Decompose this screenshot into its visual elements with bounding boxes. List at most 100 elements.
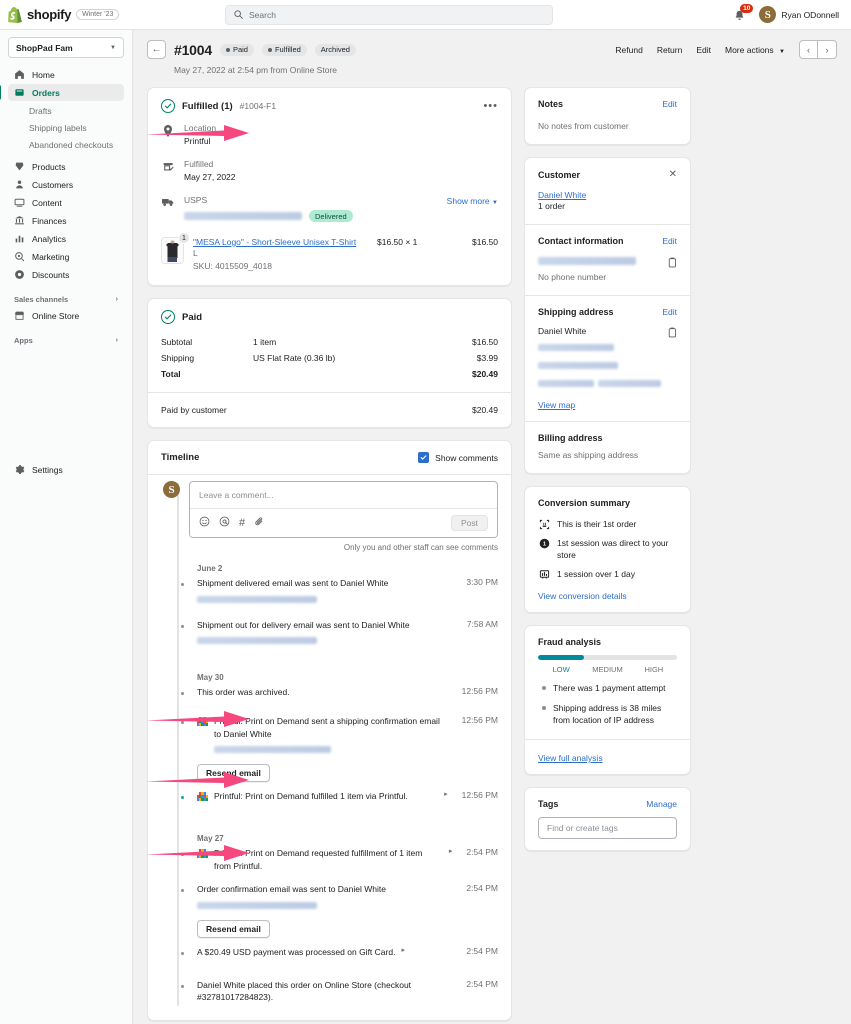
view-full-analysis-link[interactable]: View full analysis xyxy=(538,753,603,763)
edit-button[interactable]: Edit xyxy=(696,45,711,55)
edit-contact-button[interactable]: Edit xyxy=(662,236,677,246)
tags-input[interactable]: Find or create tags xyxy=(538,817,677,839)
chevron-down-icon: ▼ xyxy=(492,200,498,206)
expand-caret-icon[interactable]: ▸ xyxy=(444,790,448,798)
top-bar: shopify Winter '23 Search 10 S Ryan ODon… xyxy=(0,0,851,30)
sidebar-item-content[interactable]: Content xyxy=(8,194,124,211)
sidebar-item-home[interactable]: Home xyxy=(8,66,124,83)
sidebar-item-finances[interactable]: Finances xyxy=(8,212,124,229)
emoji-icon[interactable] xyxy=(199,514,210,532)
refund-button[interactable]: Refund xyxy=(615,45,642,55)
page-title: #1004 xyxy=(174,42,212,58)
notes-body-text: No notes from customer xyxy=(538,120,677,133)
store-switcher[interactable]: ShopPad Fam ▼ xyxy=(8,37,124,58)
show-comments-label: Show comments xyxy=(435,453,498,463)
bullet-icon xyxy=(542,706,546,710)
apps-header[interactable]: Apps › xyxy=(8,332,124,348)
timeline-event-time: 12:56 PM xyxy=(462,790,498,800)
copy-icon[interactable] xyxy=(667,255,677,266)
manage-tags-button[interactable]: Manage xyxy=(646,799,677,809)
timeline-event-time: 2:54 PM xyxy=(466,946,498,956)
show-more-tracking-button[interactable]: Show more ▼ xyxy=(447,196,498,206)
customer-title: Customer xyxy=(538,170,580,180)
comment-input[interactable]: Leave a comment... xyxy=(190,482,497,508)
product-title-link[interactable]: "MESA Logo" - Short-Sleeve Unisex T-Shir… xyxy=(193,237,368,247)
composer-privacy-note: Only you and other staff can see comment… xyxy=(161,543,498,552)
conversion-item-text: 1 session over 1 day xyxy=(557,568,635,580)
delivery-status-badge: Delivered xyxy=(309,210,353,222)
notes-card: Notes Edit No notes from customer xyxy=(524,87,691,145)
comment-composer[interactable]: Leave a comment... # xyxy=(189,481,498,538)
next-order-button[interactable]: › xyxy=(818,40,837,59)
timeline-event-text: Shipment out for delivery email was sent… xyxy=(197,619,453,632)
fulfillment-tracking-row: USPS Show more ▼ Delivered xyxy=(148,189,511,227)
sidebar-item-products[interactable]: Products xyxy=(8,158,124,175)
close-icon[interactable]: ✕ xyxy=(669,169,677,180)
customer-name-link[interactable]: Daniel White xyxy=(538,190,677,200)
back-button[interactable]: ← xyxy=(147,40,166,59)
timeline-event: Printful: Print on Demand fulfilled 1 it… xyxy=(161,790,498,809)
conversion-item: This is their 1st order xyxy=(538,518,677,530)
expand-caret-icon[interactable]: ▸ xyxy=(401,946,405,954)
shipping-address-section: Shipping address Edit Daniel White xyxy=(525,295,690,421)
sidebar-item-analytics[interactable]: Analytics xyxy=(8,230,124,247)
timeline-event: A $20.49 USD payment was processed on Gi… xyxy=(161,946,498,965)
view-map-link[interactable]: View map xyxy=(538,400,677,410)
return-button[interactable]: Return xyxy=(657,45,683,55)
notification-badge: 10 xyxy=(740,4,753,13)
sidebar-item-orders[interactable]: Orders xyxy=(8,84,124,101)
more-actions-button[interactable]: More actions ▼ xyxy=(725,45,785,55)
billing-title: Billing address xyxy=(538,433,677,443)
sidebar-item-discounts[interactable]: Discounts xyxy=(8,266,124,283)
customer-header: Customer ✕ xyxy=(538,169,677,180)
orders-icon xyxy=(14,87,25,98)
timeline-dot xyxy=(179,581,186,588)
previous-order-button[interactable]: ‹ xyxy=(799,40,818,59)
tags-header: Tags Manage xyxy=(538,799,677,809)
fulfillment-more-menu-button[interactable]: ••• xyxy=(483,103,498,109)
products-icon xyxy=(14,161,25,172)
timeline-event: Order confirmation email was sent to Dan… xyxy=(161,883,498,914)
finances-icon xyxy=(14,215,25,226)
payment-card: Paid Subtotal 1 item $16.50 Shipping US … xyxy=(147,298,512,428)
sidebar-item-marketing[interactable]: Marketing xyxy=(8,248,124,265)
sales-channels-header[interactable]: Sales channels › xyxy=(8,291,124,307)
edit-notes-button[interactable]: Edit xyxy=(662,99,677,109)
row-label: Subtotal xyxy=(161,334,253,350)
sidebar-item-settings[interactable]: Settings xyxy=(8,461,124,478)
check-circle-icon xyxy=(161,310,175,324)
sidebar-subitem-shipping-labels[interactable]: Shipping labels xyxy=(8,119,124,136)
sidebar-item-customers[interactable]: Customers xyxy=(8,176,124,193)
show-comments-toggle[interactable]: Show comments xyxy=(418,452,498,463)
arrow-to-fulfilled-event xyxy=(146,771,250,789)
attachment-icon[interactable] xyxy=(254,514,265,532)
fraud-footer: View full analysis xyxy=(525,739,690,774)
user-name: Ryan ODonnell xyxy=(781,10,839,20)
order-header: ← #1004 Paid Fulfilled Archived Refund R… xyxy=(147,40,837,59)
user-menu-button[interactable]: S Ryan ODonnell xyxy=(759,6,839,23)
post-comment-button[interactable]: Post xyxy=(451,515,488,531)
timeline-event-time: 12:56 PM xyxy=(462,686,498,696)
tags-card: Tags Manage Find or create tags xyxy=(524,787,691,851)
search-input[interactable]: Search xyxy=(225,5,553,25)
hashtag-icon[interactable]: # xyxy=(239,518,245,529)
sidebar-subitem-drafts[interactable]: Drafts xyxy=(8,102,124,119)
quantity-badge: 1 xyxy=(178,232,190,244)
resend-email-button[interactable]: Resend email xyxy=(197,920,270,938)
order-right-column: Notes Edit No notes from customer Custom… xyxy=(524,87,691,1024)
view-conversion-details-link[interactable]: View conversion details xyxy=(538,591,677,601)
sidebar-item-online-store[interactable]: Online Store xyxy=(8,307,124,324)
copy-icon[interactable] xyxy=(667,325,677,336)
sidebar-subitem-abandoned-checkouts[interactable]: Abandoned checkouts xyxy=(8,136,124,153)
store-name: ShopPad Fam xyxy=(16,43,73,53)
home-icon xyxy=(14,69,25,80)
shipping-line-redacted xyxy=(538,380,594,387)
edit-shipping-button[interactable]: Edit xyxy=(662,307,677,317)
mention-icon[interactable] xyxy=(219,514,230,532)
expand-caret-icon[interactable]: ▸ xyxy=(449,847,453,855)
shopify-logo[interactable]: shopify Winter '23 xyxy=(8,7,208,23)
gear-icon xyxy=(14,464,25,475)
shopify-bag-icon xyxy=(8,7,22,23)
chevron-right-icon: › xyxy=(116,337,118,344)
notifications-button[interactable]: 10 xyxy=(733,6,749,24)
